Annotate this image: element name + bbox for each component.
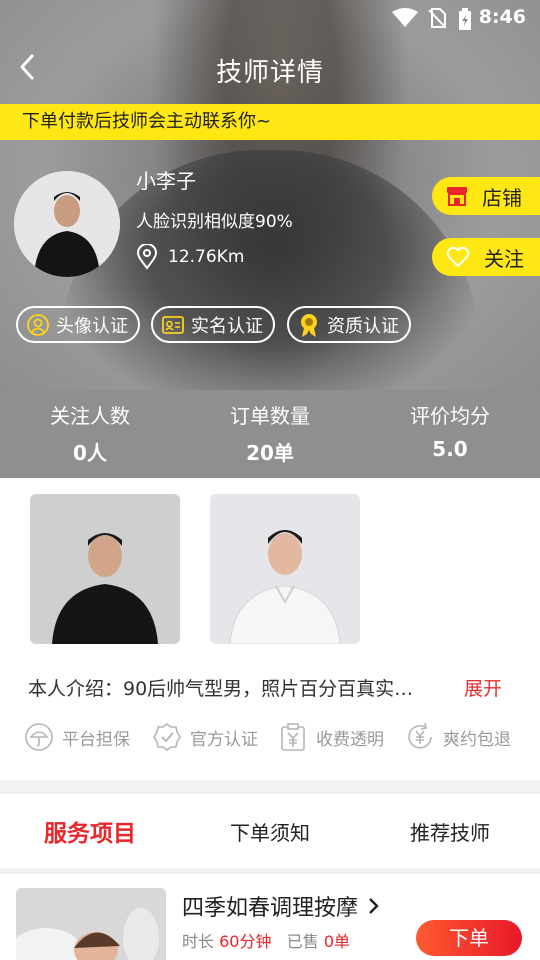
stat-label: 关注人数: [50, 404, 130, 428]
cert-realname-badge: 实名认证: [151, 306, 275, 343]
gallery-photo-1[interactable]: [30, 494, 180, 644]
follow-button[interactable]: 关注: [432, 238, 540, 276]
gallery-photo-2[interactable]: [210, 494, 360, 644]
heart-icon: [446, 247, 470, 267]
guarantee-label: 收费透明: [316, 729, 384, 750]
service-meta: 时长 60分钟 已售 0单: [182, 928, 350, 952]
wifi-icon: [392, 8, 418, 27]
duration-value: 60分钟: [219, 932, 272, 951]
hero-blur-body: [60, 150, 480, 390]
intro-text: 本人介绍：90后帅气型男，照片百分百真实…: [28, 678, 414, 700]
clock: 8:46: [478, 6, 526, 28]
page-title: 技师详情: [215, 58, 324, 88]
stat-rating: 评价均分 5.0: [360, 390, 540, 478]
photo-image: [210, 494, 360, 644]
cert-avatar-badge: 头像认证: [16, 306, 140, 343]
shop-button[interactable]: 店铺: [432, 177, 540, 215]
cert-label: 头像认证: [56, 315, 128, 337]
guarantee-refund: 爽约包退: [405, 722, 511, 752]
guarantee-label: 爽约包退: [443, 729, 511, 750]
service-card[interactable]: 四季如春调理按摩 时长 60分钟 已售 0单 下单: [0, 874, 540, 960]
avatar[interactable]: [14, 171, 120, 277]
stat-label: 订单数量: [230, 404, 310, 428]
receipt-yen-icon: [281, 723, 305, 751]
service-title[interactable]: 四季如春调理按摩: [182, 890, 380, 922]
cert-qualification-badge: 资质认证: [287, 306, 411, 343]
follow-label: 关注: [484, 246, 524, 271]
avatar-image: [14, 171, 120, 277]
tab-services[interactable]: 服务项目: [0, 814, 180, 848]
medal-icon: [301, 313, 317, 337]
stats-bar: 关注人数 0人 订单数量 20单 评价均分 5.0: [0, 390, 540, 478]
stat-followers: 关注人数 0人: [0, 390, 180, 478]
duration-label: 时长: [182, 932, 215, 951]
sold-label: 已售: [286, 932, 319, 951]
guarantee-label: 平台担保: [62, 729, 130, 750]
chevron-right-icon: [369, 898, 379, 914]
service-name: 四季如春调理按摩: [182, 896, 359, 921]
tab-order-notice[interactable]: 下单须知: [180, 817, 360, 846]
sold-value: 0单: [323, 932, 351, 951]
location-pin-icon: [136, 244, 158, 270]
stat-value: 0人: [73, 441, 107, 465]
order-button[interactable]: 下单: [416, 920, 522, 956]
title-bar: 技师详情: [0, 36, 540, 100]
distance-row: 12.76Km: [136, 244, 244, 270]
stat-value: 5.0: [432, 437, 468, 461]
guarantee-platform: 平台担保: [24, 722, 130, 752]
refund-yen-icon: [408, 722, 432, 749]
guarantee-transparent: 收费透明: [278, 722, 384, 752]
id-card-icon: [162, 315, 184, 334]
distance-text: 12.76Km: [168, 247, 245, 267]
umbrella-icon: [25, 723, 53, 751]
thumbnail-image: [16, 888, 166, 960]
tab-bar: 服务项目 下单须知 推荐技师: [0, 794, 540, 868]
service-thumbnail: [16, 888, 166, 960]
notice-banner: 下单付款后技师会主动联系你~: [0, 104, 540, 140]
cert-label: 实名认证: [191, 315, 263, 337]
battery-icon: [459, 8, 471, 30]
expand-link[interactable]: 展开: [464, 674, 502, 701]
tab-recommended[interactable]: 推荐技师: [360, 817, 540, 846]
face-match-text: 人脸识别相似度90%: [136, 212, 293, 232]
stat-label: 评价均分: [410, 404, 490, 428]
stat-value: 20单: [246, 441, 294, 465]
verified-badge-icon: [153, 723, 181, 751]
shop-icon: [447, 187, 467, 206]
status-bar: 8:46: [0, 0, 540, 36]
avatar-cert-icon: [27, 313, 49, 336]
no-sim-icon: [428, 8, 446, 28]
stat-orders: 订单数量 20单: [180, 390, 360, 478]
cert-label: 资质认证: [327, 315, 399, 337]
technician-name: 小李子: [136, 169, 196, 193]
shop-label: 店铺: [482, 185, 522, 210]
guarantee-label: 官方认证: [190, 729, 258, 750]
guarantee-official: 官方认证: [152, 722, 258, 752]
photo-image: [30, 494, 180, 644]
